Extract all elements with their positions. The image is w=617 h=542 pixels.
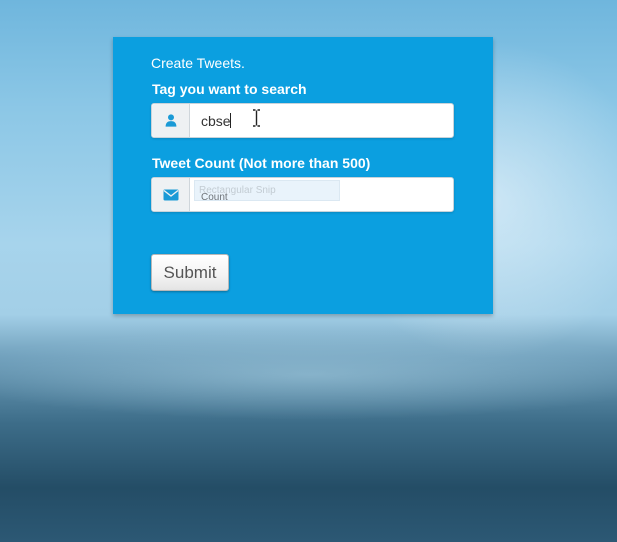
text-caret: [230, 113, 231, 128]
tweet-count-input[interactable]: [190, 178, 452, 211]
background-haze: [0, 330, 617, 420]
tag-input-group: [151, 103, 454, 138]
create-tweets-panel: Create Tweets. Tag you want to search Tw…: [113, 37, 493, 314]
panel-title: Create Tweets.: [151, 55, 245, 71]
tag-field-label: Tag you want to search: [152, 81, 307, 97]
submit-button[interactable]: Submit: [151, 254, 229, 291]
envelope-icon: [152, 178, 190, 211]
user-icon: [152, 104, 190, 137]
count-input-group: Rectangular Snip: [151, 177, 454, 212]
ibeam-cursor-icon: [253, 109, 260, 127]
count-field-label: Tweet Count (Not more than 500): [152, 155, 371, 171]
